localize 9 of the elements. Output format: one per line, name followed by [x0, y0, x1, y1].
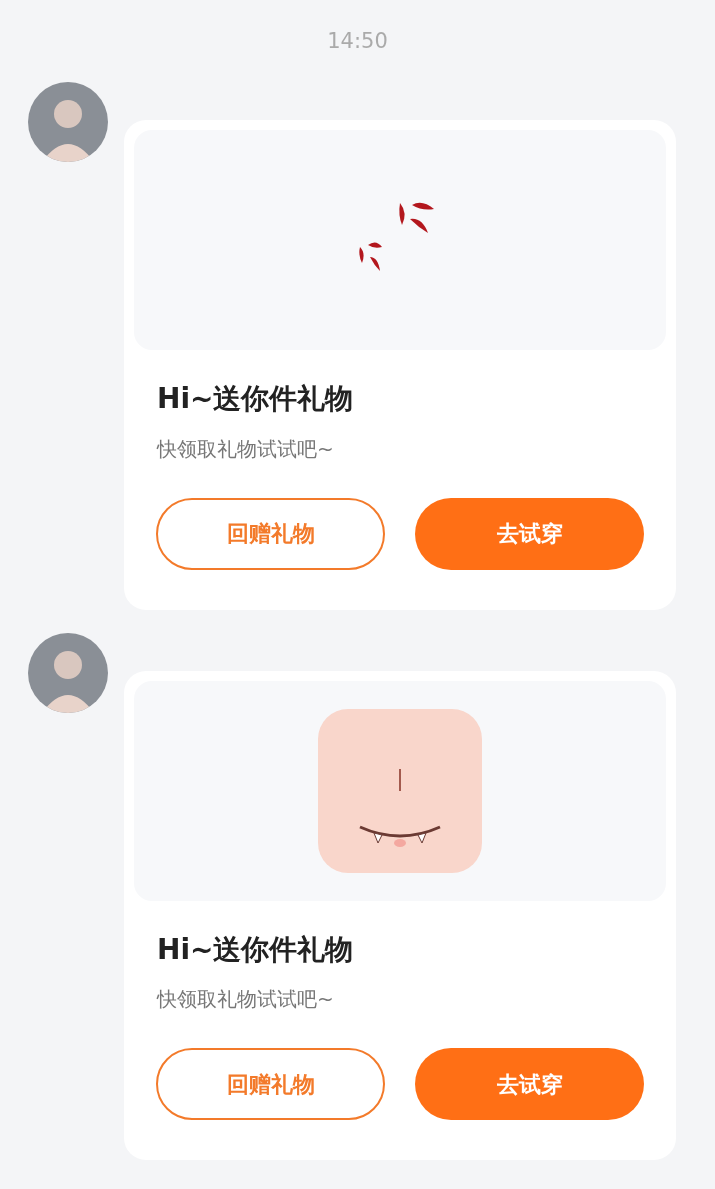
gift-subtitle: 快领取礼物试试吧~	[157, 435, 335, 463]
return-gift-button[interactable]: 回赠礼物	[156, 497, 385, 570]
gift-title: Hi~送你件礼物	[157, 382, 355, 416]
gift-title: Hi~送你件礼物	[157, 932, 355, 967]
return-gift-button[interactable]: 回赠礼物	[156, 1048, 385, 1121]
try-on-button[interactable]: 去试穿	[415, 497, 644, 570]
gift-subtitle: 快领取礼物试试吧~	[157, 986, 335, 1014]
timestamp: 14:50	[327, 29, 388, 53]
try-on-button[interactable]: 去试穿	[415, 1048, 644, 1121]
